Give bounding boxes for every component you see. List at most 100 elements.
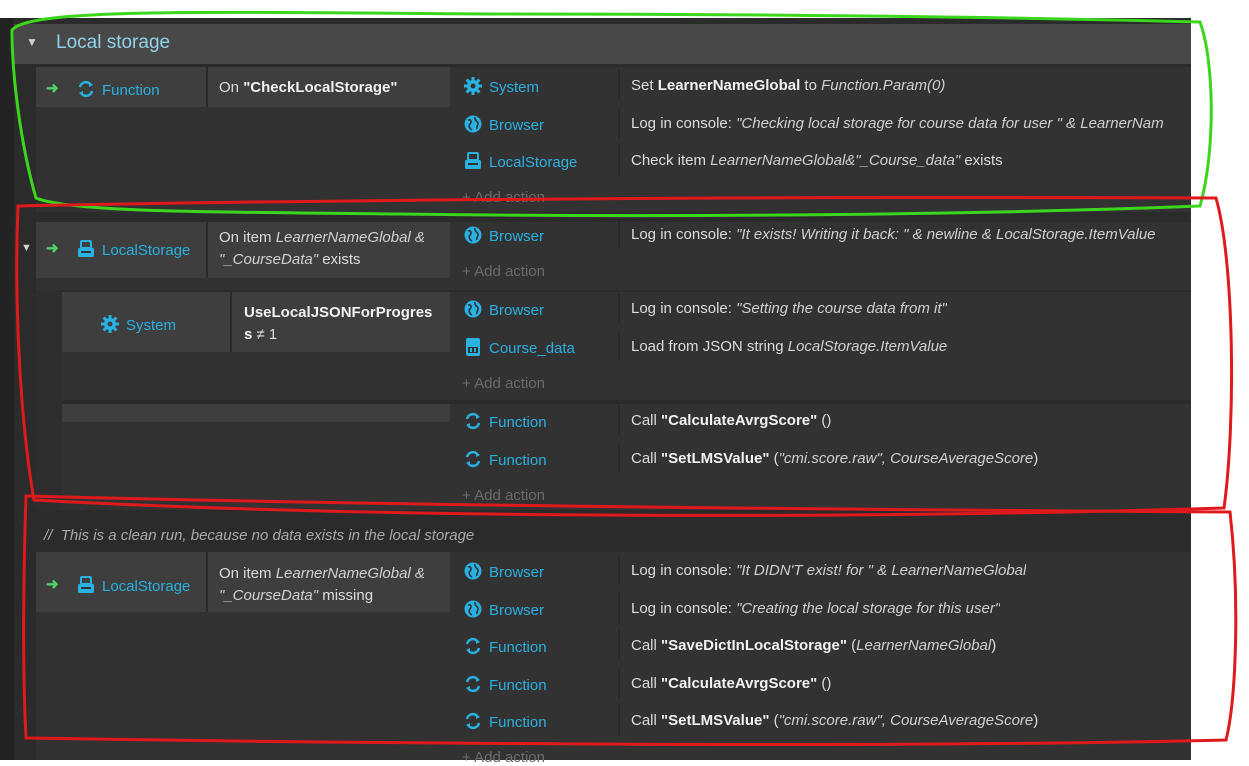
action-text[interactable]: Log in console: "Checking local storage …: [631, 113, 1164, 135]
condition-expression: LearnerNameGlobal &: [275, 229, 425, 246]
action-object-browser[interactable]: Browser: [463, 114, 544, 134]
column-divider: [230, 292, 232, 352]
condition-text-line2: "_CourseData" exists: [219, 249, 361, 271]
column-divider: [618, 219, 620, 249]
subevent-indent: [36, 290, 62, 510]
condition-expression: LearnerNameGlobal &: [275, 565, 425, 582]
action-text[interactable]: Load from JSON string LocalStorage.ItemV…: [631, 336, 947, 358]
column-divider: [618, 331, 620, 361]
condition-variable: UseLocalJSONForProgres: [244, 304, 433, 321]
action-text[interactable]: Log in console: "Setting the course data…: [631, 298, 947, 320]
globe-icon: [464, 562, 482, 580]
condition-object-label: LocalStorage: [102, 578, 191, 595]
add-action-button[interactable]: + Add action: [462, 189, 545, 206]
column-divider: [618, 555, 620, 585]
action-text[interactable]: Call "CalculateAvrgScore" (): [631, 410, 831, 432]
subevent-condition-row[interactable]: [62, 404, 450, 422]
column-divider: [206, 67, 208, 107]
action-object-browser[interactable]: Browser: [463, 225, 544, 245]
column-divider: [618, 70, 620, 100]
condition-object-function[interactable]: Function: [76, 79, 160, 99]
action-object-browser[interactable]: Browser: [463, 599, 544, 619]
action-text[interactable]: Call "SetLMSValue" ("cmi.score.raw", Cou…: [631, 448, 1038, 470]
action-text[interactable]: Call "CalculateAvrgScore" (): [631, 673, 831, 695]
action-object-label: Course_data: [489, 340, 575, 357]
action-text[interactable]: Log in console: "Creating the local stor…: [631, 598, 1000, 620]
comment-row[interactable]: // This is a clean run, because no data …: [44, 527, 474, 544]
column-divider: [618, 145, 620, 175]
column-divider: [618, 443, 620, 473]
condition-object-localstorage[interactable]: LocalStorage: [76, 239, 190, 259]
column-divider: [206, 222, 208, 278]
column-divider: [618, 630, 620, 660]
action-text[interactable]: Log in console: "It exists! Writing it b…: [631, 224, 1156, 246]
action-text[interactable]: Call "SaveDictInLocalStorage" (LearnerNa…: [631, 635, 996, 657]
action-object-course_data[interactable]: Course_data: [463, 337, 575, 357]
action-text[interactable]: Set LearnerNameGlobal to Function.Param(…: [631, 75, 945, 97]
column-divider: [206, 552, 208, 612]
action-object-label: Browser: [489, 117, 545, 134]
storage-icon: [78, 576, 94, 593]
globe-icon: [464, 226, 482, 244]
action-object-function[interactable]: Function: [463, 674, 547, 694]
trigger-arrow-icon: ➜: [46, 240, 59, 257]
comment-slashes: //: [44, 527, 53, 544]
action-object-function[interactable]: Function: [463, 636, 547, 656]
action-text[interactable]: Check item LearnerNameGlobal&"_Course_da…: [631, 150, 1003, 172]
trigger-arrow-icon: ➜: [46, 576, 59, 593]
action-object-label: Browser: [489, 564, 545, 581]
function-icon: [465, 450, 481, 468]
condition-object-label: System: [126, 317, 177, 334]
event-sheet-screenshot: ▼ Local storage ➜ Function On "CheckLoca…: [0, 0, 1249, 766]
add-action-button[interactable]: + Add action: [462, 263, 545, 280]
condition-object-label: LocalStorage: [102, 242, 191, 259]
column-divider: [618, 108, 620, 138]
trigger-arrow-icon: ➜: [46, 80, 59, 97]
left-gutter: [0, 18, 14, 760]
action-object-label: Function: [489, 452, 547, 469]
action-object-browser[interactable]: Browser: [463, 561, 544, 581]
condition-object-system[interactable]: System: [100, 314, 176, 334]
condition-text: On "CheckLocalStorage": [219, 77, 397, 99]
action-object-browser[interactable]: Browser: [463, 299, 544, 319]
action-object-label: Function: [489, 414, 547, 431]
action-object-system[interactable]: System: [463, 76, 539, 96]
action-text[interactable]: Call "SetLMSValue" ("cmi.score.raw", Cou…: [631, 710, 1038, 732]
function-icon: [465, 712, 481, 730]
collapse-triangle-icon[interactable]: ▼: [26, 35, 38, 49]
group-header[interactable]: ▼ Local storage: [14, 24, 1191, 64]
column-divider: [618, 668, 620, 698]
globe-icon: [464, 300, 482, 318]
function-icon: [78, 80, 94, 98]
condition-text-line1: On item LearnerNameGlobal &: [219, 563, 425, 585]
condition-suffix: exists: [318, 251, 361, 268]
storage-icon: [78, 240, 94, 257]
condition-object-localstorage[interactable]: LocalStorage: [76, 575, 190, 595]
add-action-button[interactable]: + Add action: [462, 487, 545, 504]
column-divider: [618, 593, 620, 623]
collapse-triangle-icon[interactable]: ▼: [21, 242, 32, 254]
action-object-label: Browser: [489, 228, 545, 245]
comment-text: This is a clean run, because no data exi…: [60, 527, 475, 544]
action-object-function[interactable]: Function: [463, 711, 547, 731]
condition-prefix: On item: [219, 565, 276, 582]
action-object-label: Function: [489, 677, 547, 694]
condition-suffix: ≠ 1: [252, 326, 278, 343]
action-object-label: Function: [489, 639, 547, 656]
action-object-label: Function: [489, 714, 547, 731]
globe-icon: [464, 115, 482, 133]
action-object-label: Browser: [489, 602, 545, 619]
add-action-button[interactable]: + Add action: [462, 375, 545, 392]
condition-expression: "_CourseData": [219, 587, 319, 604]
add-action-button[interactable]: + Add action: [462, 749, 545, 766]
action-object-localstorage[interactable]: LocalStorage: [463, 151, 577, 171]
condition-expression: "_CourseData": [219, 251, 319, 268]
action-object-function[interactable]: Function: [463, 449, 547, 469]
action-text[interactable]: Log in console: "It DIDN'T exist! for " …: [631, 560, 1026, 582]
condition-text-line2: "_CourseData" missing: [219, 585, 373, 607]
storage-icon: [465, 152, 481, 169]
action-object-label: LocalStorage: [489, 154, 578, 171]
condition-text-line1: UseLocalJSONForProgres: [244, 302, 432, 324]
gear-icon: [101, 315, 119, 333]
action-object-function[interactable]: Function: [463, 411, 547, 431]
